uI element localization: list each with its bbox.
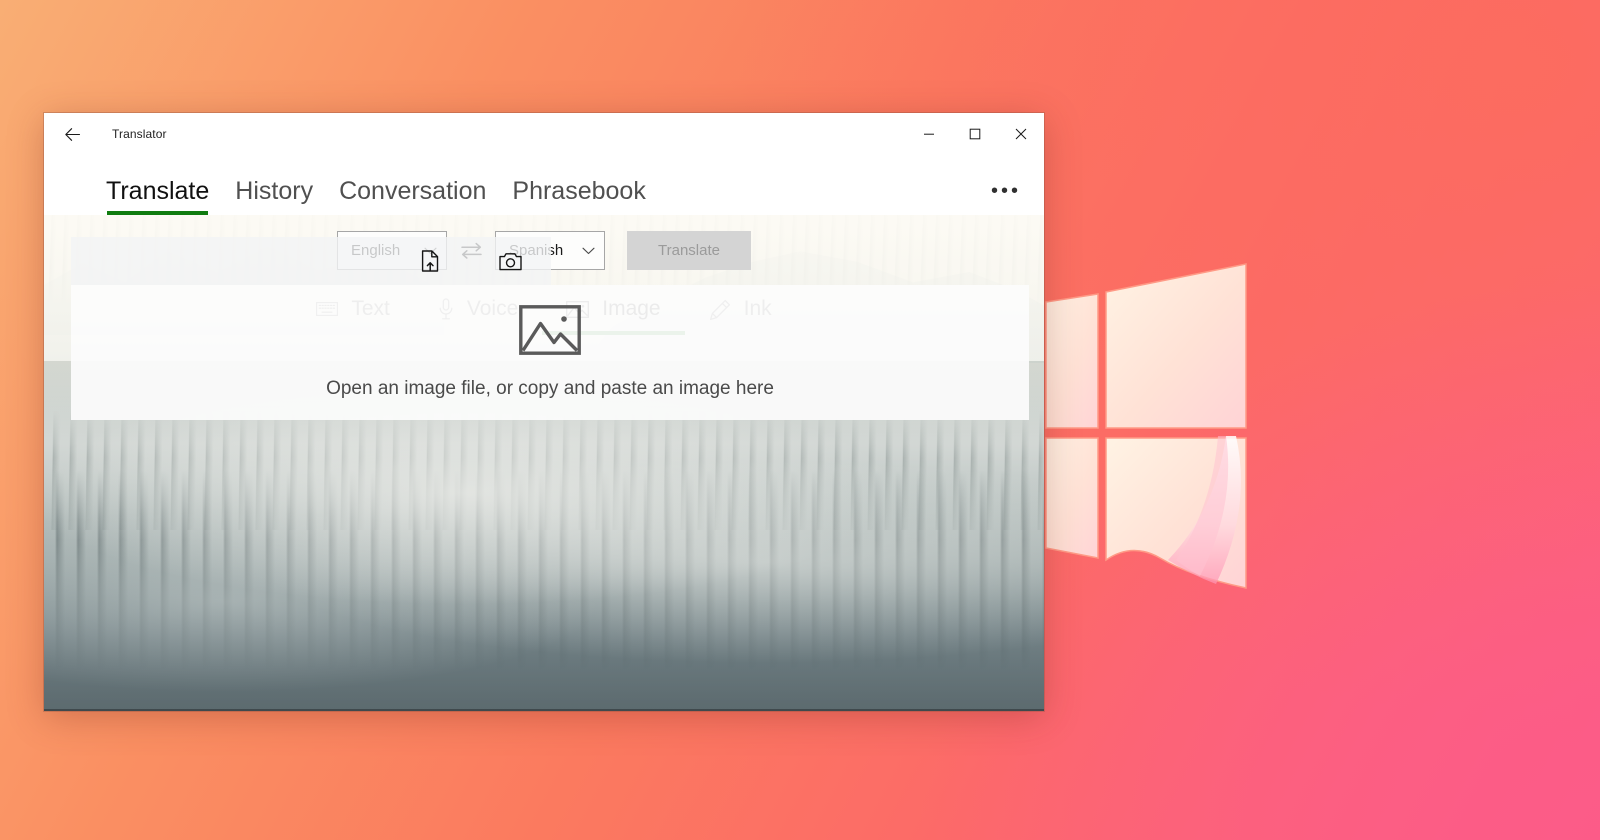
- image-drop-area[interactable]: Open an image file, or copy and paste an…: [71, 285, 1029, 420]
- camera-capture-button[interactable]: [493, 244, 527, 278]
- app-title: Translator: [112, 127, 167, 141]
- title-bar: Translator: [44, 113, 1044, 155]
- close-button[interactable]: [998, 113, 1044, 155]
- picture-placeholder-icon: [519, 305, 581, 360]
- pivot-nav: Translate History Conversation Phraseboo…: [44, 155, 1044, 215]
- pivot-translate[interactable]: Translate: [106, 177, 209, 215]
- desktop: Translator Translate History Conversatio…: [0, 0, 1600, 840]
- translator-window: Translator Translate History Conversatio…: [44, 113, 1044, 711]
- camera-icon: [498, 252, 522, 270]
- overflow-menu-button[interactable]: •••: [986, 175, 1026, 207]
- pivot-phrasebook[interactable]: Phrasebook: [512, 177, 645, 215]
- pivot-translate-label: Translate: [106, 177, 210, 205]
- content-area: English Spani: [44, 215, 1044, 711]
- back-arrow-icon: [64, 127, 80, 141]
- window-bottom-edge: [44, 709, 1044, 711]
- close-icon: [1015, 128, 1027, 140]
- maximize-icon: [969, 128, 981, 140]
- pivot-phrasebook-label: Phrasebook: [512, 177, 646, 205]
- window-controls: [906, 113, 1044, 155]
- pivot-conversation-label: Conversation: [339, 177, 487, 205]
- open-image-file-button[interactable]: [413, 244, 447, 278]
- image-drop-panel: Open an image file, or copy and paste an…: [71, 237, 1029, 420]
- maximize-button[interactable]: [952, 113, 998, 155]
- overflow-dots-icon: •••: [990, 180, 1021, 202]
- pivot-history[interactable]: History: [235, 177, 313, 215]
- pivot-conversation[interactable]: Conversation: [339, 177, 486, 215]
- minimize-button[interactable]: [906, 113, 952, 155]
- pivot-history-label: History: [235, 177, 314, 205]
- image-panel-toolbar: [71, 237, 551, 285]
- minimize-icon: [924, 133, 934, 135]
- image-drop-hint: Open an image file, or copy and paste an…: [326, 378, 774, 399]
- windows-logo-wallpaper: [1045, 263, 1247, 589]
- file-upload-icon: [421, 250, 438, 272]
- back-button[interactable]: [50, 118, 94, 150]
